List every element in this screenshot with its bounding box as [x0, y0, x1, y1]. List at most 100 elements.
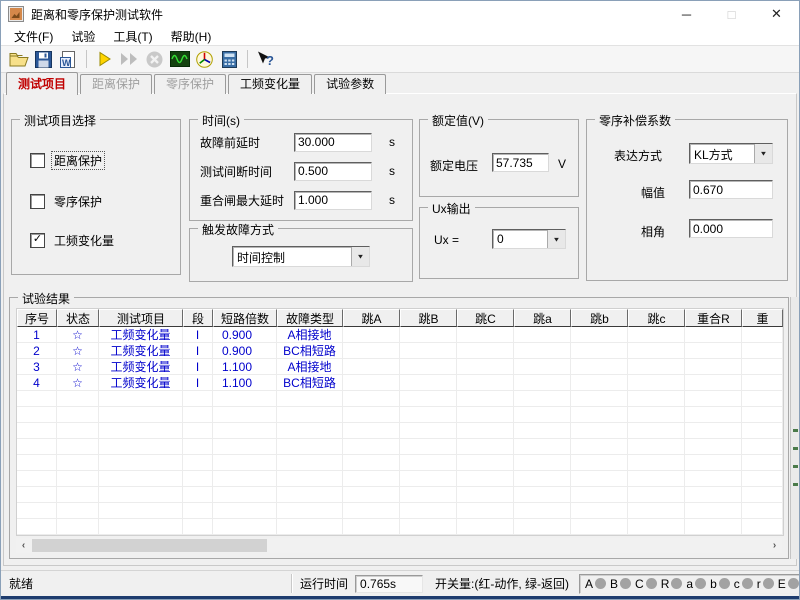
- magnitude-input[interactable]: [689, 180, 773, 199]
- table-cell: 1.100: [213, 359, 277, 375]
- tab-power-freq-change[interactable]: 工频变化量: [228, 74, 312, 94]
- rated-voltage-input[interactable]: [492, 153, 549, 172]
- table-cell: [183, 439, 213, 455]
- table-cell: [277, 439, 343, 455]
- field-input[interactable]: [294, 133, 372, 152]
- export-word-icon[interactable]: W: [56, 48, 81, 70]
- table-row[interactable]: 1☆工频变化量I0.900A相接地: [17, 327, 783, 343]
- field-input[interactable]: [294, 162, 372, 181]
- tab-distance-protection: 距离保护: [80, 74, 152, 94]
- checkbox-box[interactable]: [30, 194, 45, 209]
- minimize-button[interactable]: ─: [664, 1, 709, 27]
- checkbox-distance-protection[interactable]: 距离保护: [30, 152, 104, 168]
- column-header[interactable]: 跳A: [343, 309, 400, 327]
- menu-test[interactable]: 试验: [62, 27, 104, 46]
- table-cell: [17, 471, 57, 487]
- table-cell: [457, 455, 514, 471]
- chevron-down-icon[interactable]: ▼: [547, 230, 565, 248]
- title-bar[interactable]: 距离和零序保护测试软件 ─ □ ✕: [1, 1, 799, 27]
- table-cell: [183, 471, 213, 487]
- group-title: 零序补偿系数: [595, 112, 675, 129]
- group-title: 试验结果: [18, 290, 74, 307]
- checkbox-label: 距离保护: [52, 152, 104, 169]
- tab-test-items[interactable]: 测试项目: [6, 72, 78, 95]
- indicator-dot: [595, 578, 606, 589]
- column-header[interactable]: 重: [742, 309, 783, 327]
- table-cell: [685, 503, 742, 519]
- checkbox-power-freq-change[interactable]: ✓工频变化量: [30, 232, 116, 248]
- menu-tools[interactable]: 工具(T): [104, 27, 161, 46]
- table-cell: [571, 439, 628, 455]
- waveform-icon[interactable]: [167, 48, 192, 70]
- table-cell: [742, 407, 783, 423]
- calculator-icon[interactable]: [217, 48, 242, 70]
- table-cell: [457, 423, 514, 439]
- chevron-down-icon[interactable]: ▼: [754, 144, 772, 163]
- scrollbar-thumb[interactable]: [32, 539, 267, 552]
- table-cell: [685, 391, 742, 407]
- open-icon[interactable]: [6, 48, 31, 70]
- angle-input[interactable]: [689, 219, 773, 238]
- table-cell: [457, 327, 514, 343]
- start-test-icon[interactable]: [92, 48, 117, 70]
- chevron-down-icon[interactable]: ▼: [351, 247, 369, 266]
- table-row[interactable]: 3☆工频变化量I1.100A相接地: [17, 359, 783, 375]
- phasor-icon[interactable]: [192, 48, 217, 70]
- table-cell: 工频变化量: [99, 327, 183, 343]
- table-cell: [742, 327, 783, 343]
- status-message: 就绪: [1, 575, 291, 592]
- scroll-right-icon[interactable]: ›: [767, 538, 782, 553]
- group-ux-output: Ux输出 Ux = 0 ▼: [419, 207, 579, 279]
- column-header[interactable]: 段: [183, 309, 213, 327]
- column-header[interactable]: 状态: [57, 309, 99, 327]
- table-cell: [571, 487, 628, 503]
- horizontal-scrollbar[interactable]: ‹ ›: [16, 538, 782, 553]
- table-empty-row: [17, 439, 783, 455]
- window-bottom-edge: [1, 596, 799, 599]
- menu-file[interactable]: 文件(F): [5, 27, 62, 46]
- scroll-left-icon[interactable]: ‹: [16, 538, 31, 553]
- menu-help[interactable]: 帮助(H): [162, 27, 221, 46]
- table-cell: [628, 391, 685, 407]
- selected-value: KL方式: [690, 144, 754, 163]
- table-cell: [213, 471, 277, 487]
- table-cell: [514, 439, 571, 455]
- close-button[interactable]: ✕: [754, 1, 799, 27]
- trigger-mode-select[interactable]: 时间控制 ▼: [232, 246, 370, 267]
- field-input[interactable]: [294, 191, 372, 210]
- table-cell: BC相短路: [277, 375, 343, 391]
- vertical-scroll-strip[interactable]: [790, 297, 800, 559]
- table-cell: [343, 471, 400, 487]
- column-header[interactable]: 重合R: [685, 309, 742, 327]
- column-header[interactable]: 跳b: [571, 309, 628, 327]
- table-cell: 0.900: [213, 327, 277, 343]
- table-cell: [57, 487, 99, 503]
- tab-test-params[interactable]: 试验参数: [314, 74, 386, 94]
- table-cell: ☆: [57, 327, 99, 343]
- table-row[interactable]: 4☆工频变化量I1.100BC相短路: [17, 375, 783, 391]
- column-header[interactable]: 跳a: [514, 309, 571, 327]
- column-header[interactable]: 跳B: [400, 309, 457, 327]
- column-header[interactable]: 短路倍数: [213, 309, 277, 327]
- column-header[interactable]: 跳c: [628, 309, 685, 327]
- expression-select[interactable]: KL方式 ▼: [689, 143, 773, 164]
- table-cell: [685, 439, 742, 455]
- checkbox-box[interactable]: [30, 153, 45, 168]
- table-cell: 4: [17, 375, 57, 391]
- save-icon[interactable]: [31, 48, 56, 70]
- column-header[interactable]: 测试项目: [99, 309, 183, 327]
- checkbox-box[interactable]: ✓: [30, 233, 45, 248]
- table-cell: [400, 375, 457, 391]
- table-cell: [571, 455, 628, 471]
- table-cell: [57, 407, 99, 423]
- checkbox-zero-seq-protection[interactable]: 零序保护: [30, 193, 104, 209]
- group-test-selection: 测试项目选择 距离保护零序保护✓工频变化量: [11, 119, 181, 275]
- column-header[interactable]: 故障类型: [277, 309, 343, 327]
- column-header[interactable]: 跳C: [457, 309, 514, 327]
- table-cell: [628, 327, 685, 343]
- context-help-icon[interactable]: ?: [253, 48, 278, 70]
- ux-select[interactable]: 0 ▼: [492, 229, 566, 249]
- table-row[interactable]: 2☆工频变化量I0.900BC相短路: [17, 343, 783, 359]
- table-cell: [400, 519, 457, 535]
- column-header[interactable]: 序号: [17, 309, 57, 327]
